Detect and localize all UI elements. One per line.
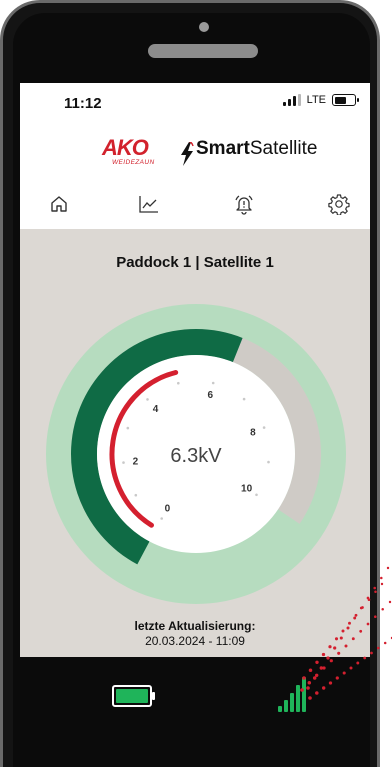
lightning-bolt-icon (181, 142, 194, 166)
gauge-tick-dot (211, 381, 215, 385)
gauge-tick-dot (134, 493, 138, 497)
gauge-tick-dot (177, 381, 180, 385)
ako-logo-text: AKO (102, 135, 149, 160)
nav-alarms-button[interactable] (229, 189, 259, 219)
gauge-tick-dot (122, 461, 125, 464)
gauge-tick-label: 10 (241, 484, 253, 495)
main-nav (20, 183, 370, 227)
gauge-tick-label: 0 (165, 503, 171, 514)
earpiece-speaker (148, 44, 258, 58)
voltage-gauge: 0 2 4 6 8 10 6.3kV (46, 304, 346, 604)
front-camera (199, 22, 209, 32)
gauge-tick-dot (267, 460, 270, 464)
transmission-dots-decoration (300, 566, 392, 700)
alarm-bell-icon (235, 195, 253, 215)
ako-logo: AKO WEIDEZAUN (102, 135, 154, 166)
gauge-tick-label: 8 (250, 427, 256, 438)
gauge-tick-dot (146, 398, 149, 401)
gauge-tick-label: 2 (133, 457, 139, 468)
gear-icon (328, 194, 350, 215)
gauge-tick-dot (255, 493, 258, 497)
gauge-tick-dot (126, 426, 130, 430)
gauge-tick-label: 4 (153, 404, 159, 415)
gauge-tick-dot (262, 426, 266, 429)
gauge-reading: 6.3kV (170, 445, 222, 467)
nav-settings-button[interactable] (324, 189, 354, 219)
ako-logo-subtext: WEIDEZAUN (112, 159, 155, 166)
nav-home-button[interactable] (44, 189, 74, 219)
device-title: Paddock 1 | Satellite 1 (116, 254, 274, 271)
battery-icon (332, 94, 359, 106)
app-name-bold: Smart (196, 138, 250, 159)
cell-signal-icon (282, 94, 301, 106)
nav-statistics-button[interactable] (134, 189, 164, 219)
app-name-regular: Satellite (249, 138, 318, 159)
smart-satellite-logo: Smart Satellite (196, 138, 317, 160)
battery-full-icon (112, 685, 155, 707)
gauge-tick-label: 6 (208, 390, 214, 401)
gauge-tick-dot (242, 397, 246, 401)
chart-icon (139, 196, 158, 213)
gauge-tick-dot (160, 517, 163, 520)
home-icon (51, 196, 67, 212)
status-indicators: LTE (282, 94, 359, 106)
network-type: LTE (306, 94, 326, 106)
status-time: 11:12 (64, 95, 102, 112)
